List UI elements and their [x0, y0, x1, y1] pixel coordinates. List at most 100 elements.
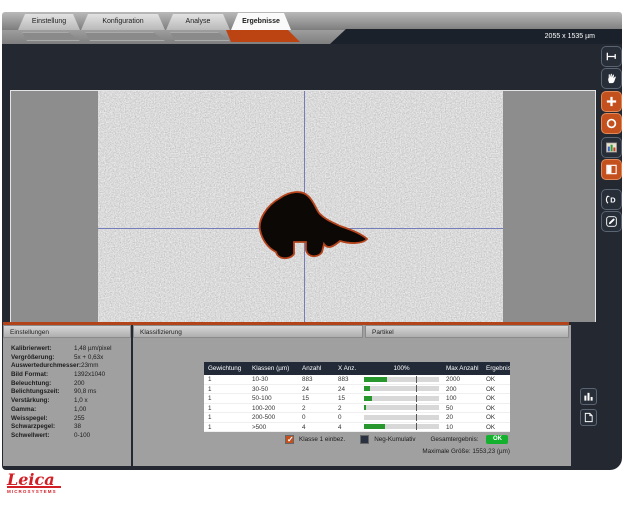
contrast-image-button[interactable] [601, 159, 622, 180]
col-klassen: Klassen (µm) [248, 362, 298, 375]
cell-klassen: 50-100 [248, 394, 298, 403]
table-header-row: Gewichtung Klassen (µm) Anzahl X Anz. 10… [204, 362, 510, 375]
table-row[interactable]: 1 30-50 24 24 200 OK [204, 385, 510, 395]
undertab-einstellung [22, 32, 80, 41]
leica-logo-subtitle: MICROSYSTEMS [7, 489, 77, 494]
tab-konfiguration[interactable]: Konfiguration [81, 14, 165, 30]
measure-tool-button[interactable] [601, 46, 622, 67]
cell-x-anz: 15 [334, 394, 361, 403]
leica-logo: Leica MICROSYSTEMS [7, 471, 77, 494]
setting-value: 38 [74, 423, 81, 432]
table-row[interactable]: 1 100-200 2 2 50 OK [204, 404, 510, 414]
classification-table: Gewichtung Klassen (µm) Anzahl X Anz. 10… [204, 362, 510, 432]
annotate-edit-button[interactable] [601, 211, 622, 232]
setting-label: Vergrößerung: [11, 354, 74, 363]
setting-label: Kalibrierwert: [11, 345, 74, 354]
results-panel: Klassifizierung Partikel Gewichtung Klas… [133, 325, 571, 466]
setting-label: Belichtungszeit: [11, 388, 74, 397]
setting-row: Verstärkung: 1,0 x [11, 397, 131, 406]
cell-klassen: 100-200 [248, 404, 298, 413]
leica-logo-text: Leica [7, 471, 77, 488]
contrast-image-icon [605, 163, 618, 176]
cell-x-anz: 4 [334, 423, 361, 432]
chart-button[interactable] [580, 388, 597, 405]
tab-underline-bar: 2055 x 1535 µm [2, 30, 622, 44]
cell-max-anzahl: 100 [442, 394, 482, 403]
cell-max-anzahl: 50 [442, 404, 482, 413]
cell-max-anzahl: 200 [442, 385, 482, 394]
tab-analyse[interactable]: Analyse [166, 14, 230, 30]
cell-anzahl: 2 [298, 404, 334, 413]
cell-gewichtung: 1 [204, 394, 248, 403]
setting-row: Weisspegel: 255 [11, 415, 131, 424]
setting-value: 23mm [81, 362, 99, 371]
tab-klassifizierung[interactable]: Klassifizierung [133, 325, 363, 338]
setting-value: 1,00 [74, 406, 86, 415]
overall-result-badge: OK [486, 435, 508, 444]
circle-select-button[interactable] [601, 113, 622, 134]
max-size-value: 1553,23 (µm) [472, 448, 510, 455]
setting-row: Kalibrierwert: 1,48 µm/pixel [11, 345, 131, 354]
cell-gewichtung: 1 [204, 375, 248, 384]
pan-tool-button[interactable] [601, 68, 622, 89]
histogram-image-button[interactable] [601, 137, 622, 158]
tab-partikel[interactable]: Partikel [365, 325, 569, 338]
col-gewichtung: Gewichtung [204, 362, 248, 375]
cell-ergebnis: OK [482, 394, 510, 403]
cell-anzahl: 0 [298, 413, 334, 422]
neg-kumulativ-checkbox[interactable] [360, 435, 369, 444]
setting-value: 1,48 µm/pixel [74, 345, 112, 354]
cell-klassen: 200-500 [248, 413, 298, 422]
bottom-results-area: Einstellungen Kalibrierwert: 1,48 µm/pix… [2, 322, 622, 470]
table-row[interactable]: 1 200-500 0 0 20 OK [204, 413, 510, 423]
measure-icon [605, 50, 618, 63]
setting-row: Belichtungszeit: 90,8 ms [11, 388, 131, 397]
cell-gewichtung: 1 [204, 385, 248, 394]
cell-klassen: 10-30 [248, 375, 298, 384]
table-row[interactable]: 1 >500 4 4 10 OK [204, 423, 510, 433]
crosshair-add-button[interactable] [601, 91, 622, 112]
table-row[interactable]: 1 50-100 15 15 100 OK [204, 394, 510, 404]
setting-row: Gamma: 1,00 [11, 406, 131, 415]
setting-label: Verstärkung: [11, 397, 74, 406]
setting-value: 255 [74, 415, 85, 424]
svg-text:D: D [610, 196, 616, 205]
count-bar [364, 386, 439, 391]
report-export-button[interactable] [580, 409, 597, 426]
cell-x-anz: 0 [334, 413, 361, 422]
cell-anzahl: 15 [298, 394, 334, 403]
col-x-anz: X Anz. [334, 362, 361, 375]
count-bar [364, 396, 439, 401]
col-anzahl: Anzahl [298, 362, 334, 375]
klasse1-checkbox-label: Klasse 1 einbez. [299, 436, 345, 443]
image-dimensions-label: 2055 x 1535 µm [330, 29, 622, 44]
setting-value: 1,0 x [74, 397, 88, 406]
settings-panel-header[interactable]: Einstellungen [3, 325, 131, 338]
cell-anzahl: 4 [298, 423, 334, 432]
microscope-image[interactable] [98, 91, 503, 361]
cell-klassen: >500 [248, 423, 298, 432]
cell-klassen: 30-50 [248, 385, 298, 394]
count-bar [364, 424, 439, 429]
klasse1-checkbox[interactable] [285, 435, 294, 444]
tab-ergebnisse[interactable]: Ergebnisse [231, 13, 291, 30]
rotate-3d-button[interactable]: D [601, 189, 622, 210]
setting-row: Schwarzpegel: 38 [11, 423, 131, 432]
cell-anzahl: 24 [298, 385, 334, 394]
circle-icon [605, 117, 618, 130]
setting-label: Bild Format: [11, 371, 74, 380]
setting-label: Weisspegel: [11, 415, 74, 424]
hand-icon [605, 72, 618, 85]
tab-einstellung[interactable]: Einstellung [18, 14, 80, 30]
neg-kumulativ-checkbox-label: Neg-Kumulativ [374, 436, 415, 443]
table-row[interactable]: 1 10-30 883 883 2000 OK [204, 375, 510, 385]
count-bar [364, 405, 439, 410]
setting-label: Auswertedurchmesser: [11, 362, 81, 371]
setting-label: Gamma: [11, 406, 74, 415]
col-100-percent: 100% [361, 362, 442, 375]
setting-value: 200 [74, 380, 85, 389]
cell-max-anzahl: 2000 [442, 375, 482, 384]
detected-particle[interactable] [250, 186, 374, 264]
histogram-image-icon [605, 141, 618, 154]
setting-row: Beleuchtung: 200 [11, 380, 131, 389]
